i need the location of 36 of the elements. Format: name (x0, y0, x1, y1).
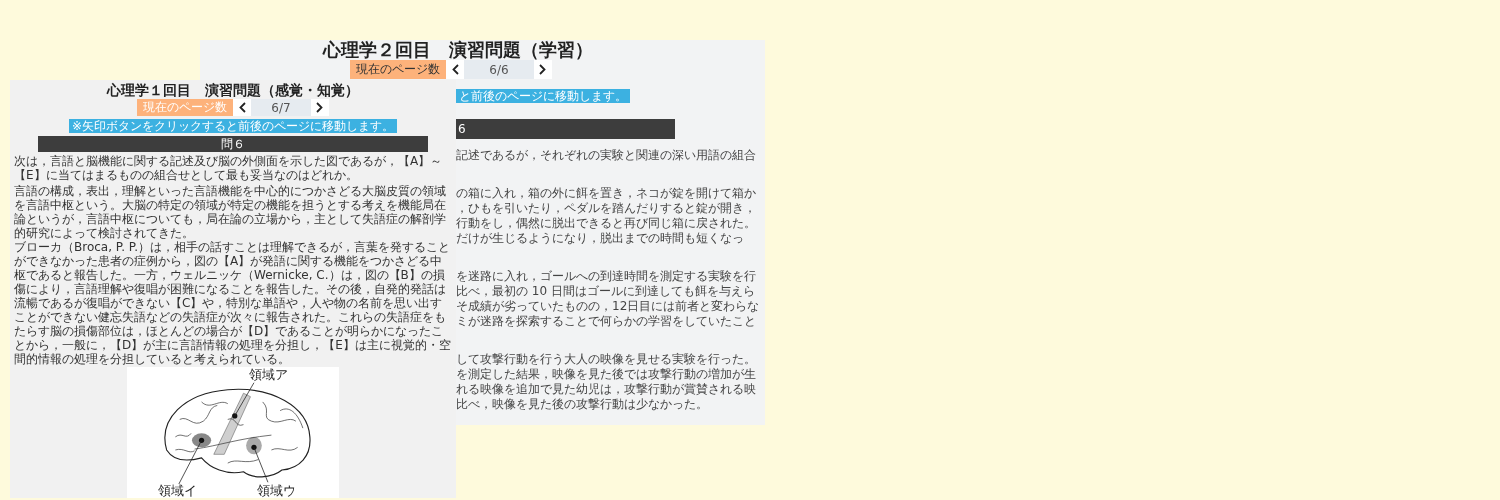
question-text: 次は，言語と脳機能に関する記述及び脳の外側面を示した図であるが，【A】～【E】に当てはまるものの組合せとして最も妥当なのはどれか。 (14, 154, 444, 182)
text-line: 行動をし，偶然に脱出できると再び同じ箱に戻された。 (456, 216, 756, 231)
chevron-left-icon[interactable] (452, 64, 459, 75)
text-line: ，ひもを引いたり，ペダルを踏んだりすると錠が開き， (456, 201, 756, 216)
text-line: 比べ，映像を見た後の攻撃行動は少なかった。 (456, 397, 709, 412)
page-title: 心理学２回目 演習問題（学習） (321, 40, 594, 60)
chevron-right-icon[interactable] (316, 102, 323, 113)
page-label: 現在のページ数 (137, 99, 233, 116)
region-label: 領域イ (157, 482, 197, 498)
text-line: を迷路に入れ，ゴールへの到達時間を測定する実験を行 (456, 269, 757, 284)
hint-text: と前後のページに移動します。 (456, 89, 630, 103)
text-line: 記述であるが，それぞれの実験と関連の深い用語の組合 (456, 148, 756, 163)
text-line: ミが迷路を探索することで何らかの学習をしていたこと (456, 314, 757, 329)
passage-paragraph: ブローカ（Broca, P. P.）は，相手の話すことは理解できるが，言葉を発することができなかった患者の症例から，図の【A】が発語に関する機能をつかさどる中枢であると報告した。一方，ウェルニッケ（Wernicke, C.）は，図の【B】の損傷により，言語理解や復唱が困難になることを報告した。その後，自発的発話は流暢であるが復唱ができない【C】や，特別な単語や，人や物の名前を思い出すことができない健忘失語などの失語症が次々に報告された。これらの失語症をもたらす脳の損傷部位は，ほとんどの場合が【D】であることが明らかになったことから，一般に，【D】が主に言語情報の処理を分担し，【E】は主に視覚的・空間的情報の処理を分担していると考えられている。 (14, 240, 452, 366)
leader-line (234, 382, 255, 417)
page-indicator: 6/7 (251, 99, 311, 116)
passage-paragraph: 言語の構成，表出，理解といった言語機能を中心的につかさどる大脳皮質の領域を言語中枢という。大脳の特定の領域が特定の機能を担うとする考えを機能局在論というが，言語中枢についても，局在論の立場から，主として失語症の解剖学的研究によって検討されてきた。 (14, 184, 447, 240)
leader-line (178, 439, 202, 485)
question-header: 6 (456, 119, 675, 139)
text-line: そ成績が劣っていたものの，12日目には前者と変わらな (456, 299, 760, 314)
page-indicator: 6/6 (464, 60, 534, 79)
text-line: の箱に入れ，箱の外に餌を置き，ネコが錠を開けて箱か (456, 186, 756, 201)
hint-text: ※矢印ボタンをクリックすると前後のページに移動します。 (68, 119, 398, 133)
chevron-left-icon[interactable] (239, 102, 246, 113)
text-line: れる映像を追加で見た幼児は，攻撃行動が賞賛される映 (456, 382, 756, 397)
question-header: 問６ (38, 136, 428, 152)
text-line: して攻撃行動を行う大人の映像を見せる実験を行った。 (456, 352, 756, 367)
region-label: 領域ア (248, 367, 288, 383)
region-label: 領域ウ (257, 482, 297, 498)
text-line: だけが生じるようになり，脱出までの時間も短くなっ (456, 231, 745, 246)
leader-line (253, 446, 269, 483)
page-title: 心理学１回目 演習問題（感覚・知覚） (107, 82, 359, 99)
chevron-right-icon[interactable] (539, 64, 546, 75)
page-label: 現在のページ数 (350, 60, 446, 79)
text-line: を測定した結果，映像を見た後では攻撃行動の増加が生 (456, 367, 756, 382)
text-line: 比べ，最初の 10 日間はゴールに到達しても餌を与えら (456, 284, 756, 299)
